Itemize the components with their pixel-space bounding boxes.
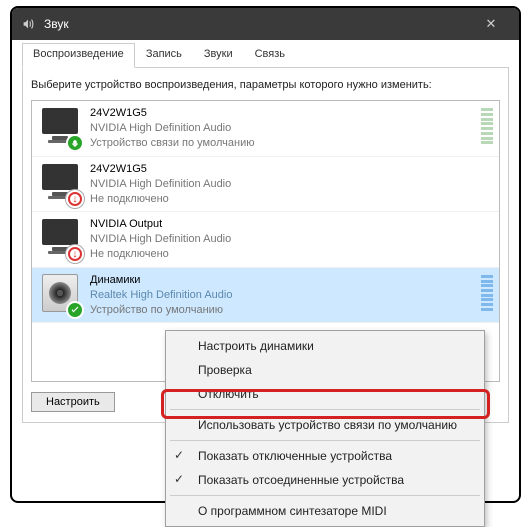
device-desc: NVIDIA High Definition Audio	[90, 177, 493, 192]
check-icon: ✓	[174, 472, 184, 486]
ctx-label: Показать отсоединенные устройства	[198, 473, 404, 487]
level-meter	[481, 106, 493, 146]
device-status: Не подключено	[90, 247, 493, 262]
speaker-icon	[38, 273, 82, 317]
status-disconnected-icon: ↓	[66, 190, 84, 208]
device-item[interactable]: ↓ NVIDIA Output NVIDIA High Definition A…	[32, 212, 499, 268]
ctx-separator	[170, 409, 480, 410]
sound-icon	[20, 16, 36, 32]
device-status: Устройство связи по умолчанию	[90, 136, 477, 151]
device-name: NVIDIA Output	[90, 217, 493, 232]
device-name: 24V2W1G5	[90, 162, 493, 177]
tab-playback[interactable]: Воспроизведение	[22, 43, 135, 68]
tab-sounds[interactable]: Звуки	[193, 43, 244, 68]
device-item-selected[interactable]: Динамики Realtek High Definition Audio У…	[32, 268, 499, 324]
ctx-show-disconnected[interactable]: ✓ Показать отсоединенные устройства	[168, 468, 482, 492]
monitor-icon: ↓	[38, 217, 82, 261]
ctx-label: Показать отключенные устройства	[198, 449, 392, 463]
device-name: Динамики	[90, 273, 477, 288]
device-info: 24V2W1G5 NVIDIA High Definition Audio Не…	[90, 162, 493, 207]
instruction-text: Выберите устройство воспроизведения, пар…	[31, 78, 500, 92]
status-ok-icon	[66, 301, 84, 319]
device-name: 24V2W1G5	[90, 106, 477, 121]
status-disconnected-icon: ↓	[66, 245, 84, 263]
window-title: Звук	[44, 17, 471, 31]
device-desc: Realtek High Definition Audio	[90, 288, 477, 303]
context-menu: Настроить динамики Проверка Отключить Ис…	[165, 330, 485, 527]
ctx-midi-about[interactable]: О программном синтезаторе MIDI	[168, 499, 482, 523]
tab-strip: Воспроизведение Запись Звуки Связь	[22, 42, 509, 68]
close-button[interactable]: ✕	[471, 16, 511, 32]
check-icon: ✓	[174, 448, 184, 462]
device-status: Не подключено	[90, 192, 493, 207]
tab-recording[interactable]: Запись	[135, 43, 193, 68]
device-status: Устройство по умолчанию	[90, 303, 477, 318]
ctx-separator	[170, 440, 480, 441]
ctx-configure-speakers[interactable]: Настроить динамики	[168, 334, 482, 358]
device-info: Динамики Realtek High Definition Audio У…	[90, 273, 477, 318]
device-item[interactable]: 24V2W1G5 NVIDIA High Definition Audio Ус…	[32, 101, 499, 157]
device-info: NVIDIA Output NVIDIA High Definition Aud…	[90, 217, 493, 262]
ctx-default-comm-device[interactable]: Использовать устройство связи по умолчан…	[168, 413, 482, 437]
device-desc: NVIDIA High Definition Audio	[90, 232, 493, 247]
monitor-icon: ↓	[38, 162, 82, 206]
titlebar[interactable]: Звук ✕	[12, 8, 519, 40]
monitor-icon	[38, 106, 82, 150]
ctx-disable[interactable]: Отключить	[168, 382, 482, 406]
device-desc: NVIDIA High Definition Audio	[90, 121, 477, 136]
device-item[interactable]: ↓ 24V2W1G5 NVIDIA High Definition Audio …	[32, 157, 499, 213]
ctx-show-disabled[interactable]: ✓ Показать отключенные устройства	[168, 444, 482, 468]
ctx-separator	[170, 495, 480, 496]
ctx-test[interactable]: Проверка	[168, 358, 482, 382]
configure-button[interactable]: Настроить	[31, 392, 115, 412]
status-ok-icon	[66, 134, 84, 152]
level-meter	[481, 273, 493, 313]
tab-communications[interactable]: Связь	[244, 43, 296, 68]
device-info: 24V2W1G5 NVIDIA High Definition Audio Ус…	[90, 106, 477, 151]
